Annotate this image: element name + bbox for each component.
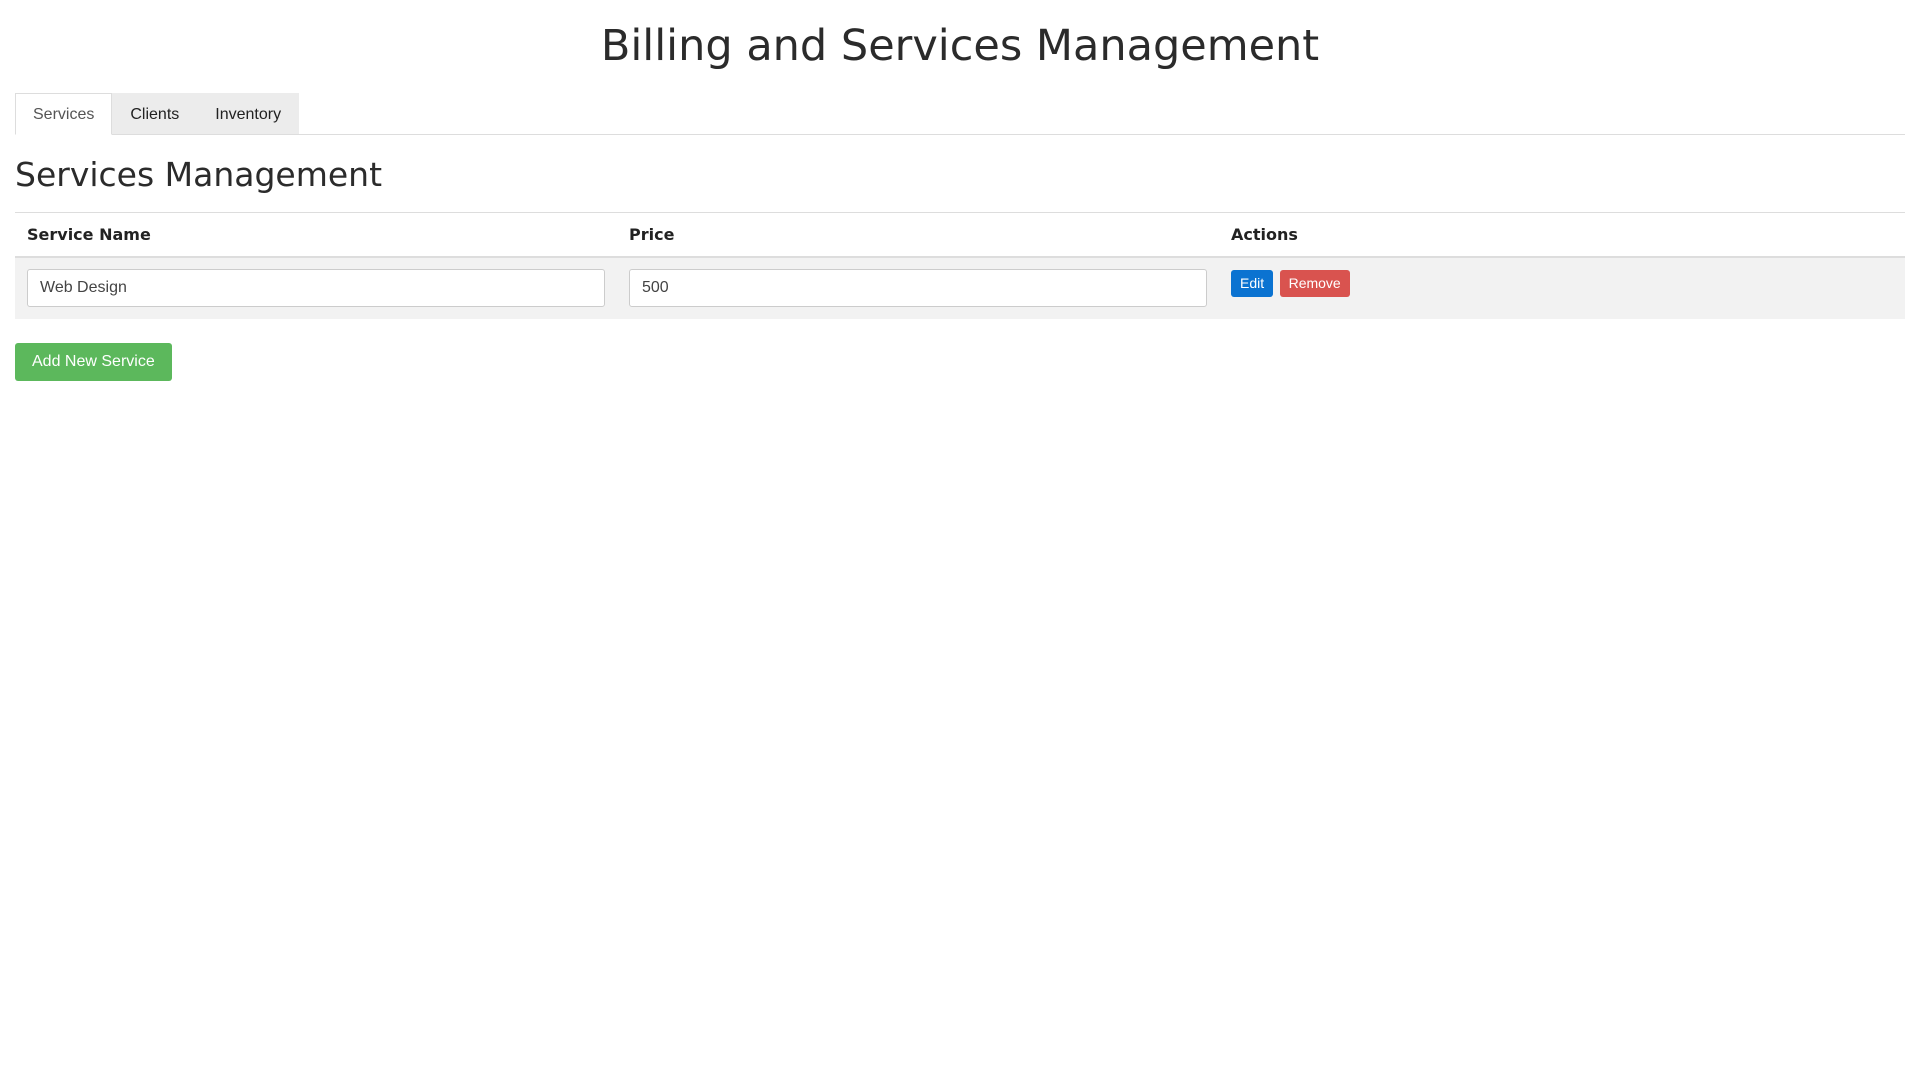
tab-inventory[interactable]: Inventory <box>197 93 300 134</box>
tab-clients[interactable]: Clients <box>112 93 198 134</box>
page-container: Billing and Services Management Services… <box>0 0 1920 1080</box>
page-title: Billing and Services Management <box>600 21 1320 71</box>
table-row: Edit Remove <box>15 256 1905 319</box>
column-header-price: Price <box>617 212 1219 258</box>
tab-bar: Services Clients Inventory <box>15 92 1905 135</box>
service-name-cell <box>15 256 617 319</box>
remove-button[interactable]: Remove <box>1279 269 1350 297</box>
price-cell <box>617 256 1219 319</box>
actions-cell: Edit Remove <box>1219 256 1905 319</box>
services-table: Service Name Price Actions Edit Remove <box>15 212 1905 319</box>
tab-services[interactable]: Services <box>15 93 113 135</box>
section-title: Services Management <box>15 155 383 194</box>
column-header-actions: Actions <box>1219 212 1905 258</box>
edit-button[interactable]: Edit <box>1231 269 1274 297</box>
column-header-service-name: Service Name <box>15 212 617 258</box>
add-new-service-button[interactable]: Add New Service <box>15 342 172 381</box>
table-header-row: Service Name Price Actions <box>15 212 1905 258</box>
service-name-input[interactable] <box>27 269 605 307</box>
price-input[interactable] <box>629 269 1207 307</box>
